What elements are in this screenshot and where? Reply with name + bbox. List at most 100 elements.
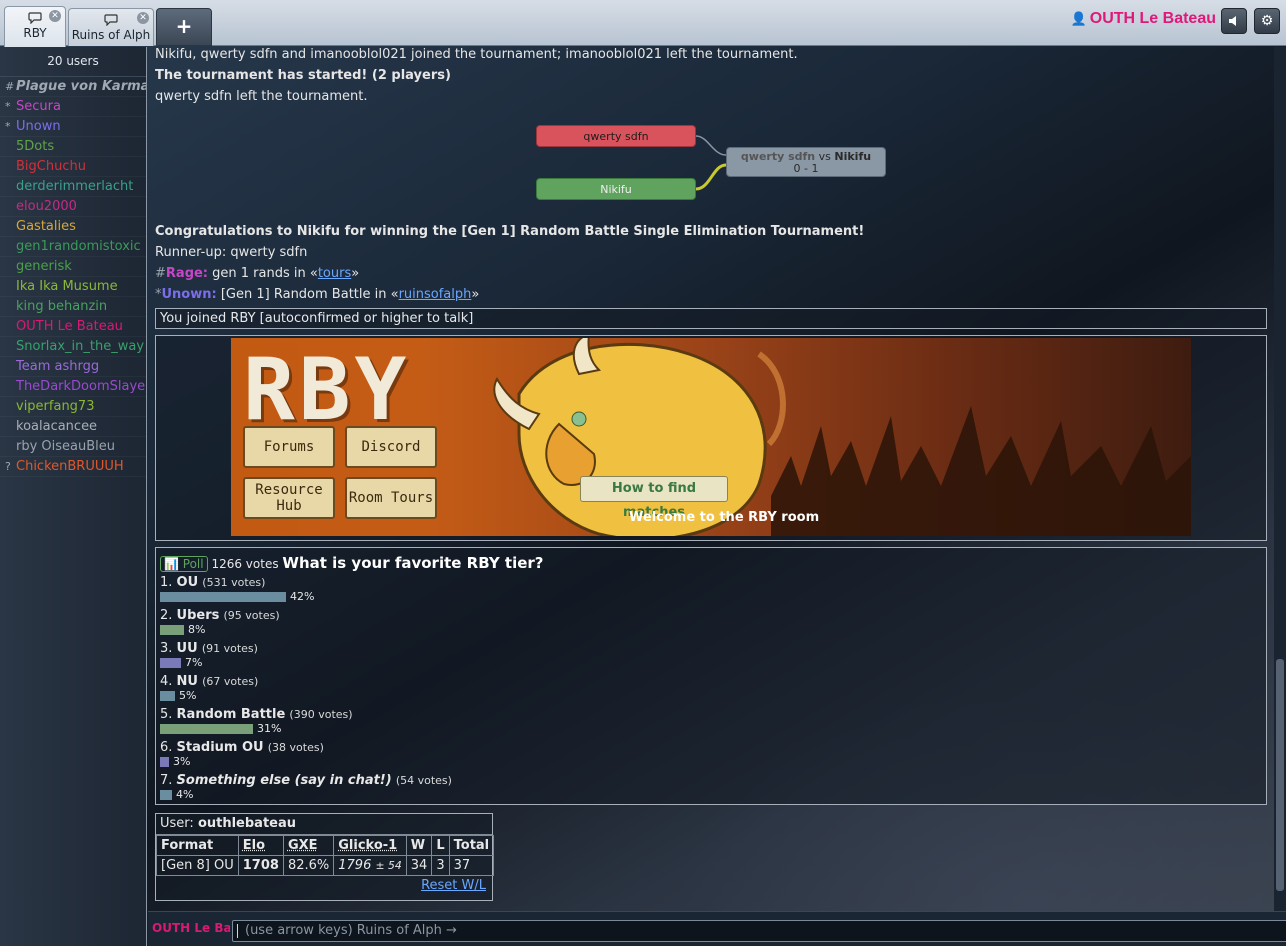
sound-button[interactable]	[1221, 8, 1247, 34]
forums-button[interactable]: Forums	[243, 426, 335, 468]
rank-glicko: 1796 ± 54	[333, 855, 407, 876]
rank-header: W	[405, 835, 433, 856]
room-tours-button[interactable]: Room Tours	[345, 477, 437, 519]
userlist-username: BigChuchu	[16, 159, 86, 174]
scrollbar-thumb[interactable]	[1276, 659, 1284, 891]
tab-label: RBY	[23, 26, 47, 40]
userlist-username: king behanzin	[16, 299, 108, 314]
userlist-item[interactable]: # Plague von Karma	[0, 77, 146, 97]
userlist-item[interactable]: generisk	[0, 257, 146, 277]
chat-message: #Rage: gen 1 rands in «tours»	[155, 266, 359, 281]
userlist-username: 5Dots	[16, 139, 55, 154]
chat-notice: Congratulations to Nikifu for winning th…	[155, 224, 865, 239]
close-icon[interactable]: ✕	[49, 10, 61, 22]
userlist-item[interactable]: viperfang73	[0, 397, 146, 417]
userlist-item[interactable]: elou2000	[0, 197, 146, 217]
chat-input[interactable]: (use arrow keys) Ruins of Alph →	[232, 920, 1286, 942]
room-link[interactable]: ruinsofalph	[399, 287, 472, 302]
poll-option-votes: (95 votes)	[223, 609, 280, 622]
poll-badge-label: Poll	[182, 557, 204, 571]
userlist-username: ChickenBRUUUH	[16, 459, 124, 474]
welcome-text: Welcome to the RBY room	[629, 510, 820, 525]
poll-bar	[160, 592, 286, 602]
userlist-username: elou2000	[16, 199, 77, 214]
userlist-item[interactable]: 5Dots	[0, 137, 146, 157]
userlist-item[interactable]: ? ChickenBRUUUH	[0, 457, 146, 477]
rank-username[interactable]: outhlebateau	[198, 816, 296, 831]
rank-total: 37	[448, 855, 495, 876]
poll-option: 5. Random Battle (390 votes)	[160, 707, 353, 722]
settings-button[interactable]: ⚙	[1254, 8, 1280, 34]
poll-option-number: 1.	[160, 575, 173, 590]
gear-icon: ⚙	[1260, 13, 1274, 29]
userlist-username: generisk	[16, 259, 72, 274]
userlist-item[interactable]: Snorlax_in_the_way	[0, 337, 146, 357]
rank-header[interactable]: Elo	[237, 835, 284, 856]
user-rank: #	[5, 80, 15, 93]
poll-option-number: 4.	[160, 674, 173, 689]
table-row: [Gen 8] OU 1708 82.6% 1796 ± 54 34 3 37	[156, 855, 495, 876]
room-intro-box: RBY Forums Discord Resource Hub Room Tou…	[155, 335, 1267, 541]
reset-wl-link[interactable]: Reset W/L	[421, 878, 486, 893]
userlist-username: OUTH Le Bateau	[16, 319, 123, 334]
user-rank: *	[5, 100, 11, 113]
discord-button[interactable]: Discord	[345, 426, 437, 468]
chat-text: [Gen 1] Random Battle in «	[220, 287, 399, 302]
poll-option: 1. OU (531 votes)	[160, 575, 265, 590]
userlist-item[interactable]: Team ashrgg	[0, 357, 146, 377]
chat-input-bar: OUTH Le Bateau (use arrow keys) Ruins of…	[148, 911, 1286, 946]
room-link[interactable]: tours	[318, 266, 351, 281]
userlist-item[interactable]: gen1randomistoxic	[0, 237, 146, 257]
userlist-item[interactable]: BigChuchu	[0, 157, 146, 177]
poll-bar	[160, 691, 175, 701]
rank-header-row: Format Elo GXE Glicko-1 W L Total	[156, 835, 495, 856]
userlist-username: Unown	[16, 119, 61, 134]
poll-percent: 42%	[290, 590, 315, 603]
userlist-item[interactable]: king behanzin	[0, 297, 146, 317]
chat-username[interactable]: Unown:	[162, 287, 217, 302]
userlist-item[interactable]: rby OiseauBleu	[0, 437, 146, 457]
input-username[interactable]: OUTH Le Bateau	[152, 921, 230, 935]
poll-option-number: 2.	[160, 608, 173, 623]
chat-username[interactable]: Rage:	[166, 266, 208, 281]
user-menu[interactable]: 👤 OUTH Le Bateau	[1071, 10, 1216, 28]
rank-header[interactable]: GXE	[282, 835, 335, 856]
userlist-item[interactable]: * Secura	[0, 97, 146, 117]
glicko-value: 1796	[338, 858, 372, 873]
poll-bar	[160, 625, 184, 635]
user-rank: *	[5, 120, 11, 133]
userlist-item[interactable]: derderimmerlacht	[0, 177, 146, 197]
bracket-final-match[interactable]: qwerty sdfn vs Nikifu 0 - 1	[726, 147, 886, 177]
user-rows: # Plague von Karma * Secura * Unown 5Dots BigCh…	[0, 77, 146, 477]
poll-option: 7. Something else (say in chat!) (54 vot…	[160, 773, 452, 788]
userlist-username: Gastalies	[16, 219, 76, 234]
rank-header[interactable]: Glicko-1	[333, 835, 407, 856]
trees-art	[771, 406, 1191, 536]
find-matches-button[interactable]: How to find matches	[580, 476, 728, 520]
user-count[interactable]: 20 users	[0, 47, 146, 77]
chat-scrollbar[interactable]	[1274, 47, 1286, 911]
userlist-username: Team ashrgg	[16, 359, 100, 374]
userlist-item[interactable]: koalacancee	[0, 417, 146, 437]
chat-text: »	[471, 287, 480, 302]
poll-bar	[160, 790, 172, 800]
poll-percent: 4%	[176, 788, 194, 801]
poll-option-name: Something else (say in chat!)	[176, 773, 392, 788]
tab-ruins-of-alph[interactable]: Ruins of Alph ✕	[68, 8, 154, 46]
poll-percent: 31%	[257, 722, 282, 735]
userlist-item[interactable]: Gastalies	[0, 217, 146, 237]
userlist-item[interactable]: Ika Ika Musume	[0, 277, 146, 297]
userlist-item[interactable]: OUTH Le Bateau	[0, 317, 146, 337]
rank-elo: 1708	[237, 855, 284, 876]
poll-option-name: NU	[176, 674, 198, 689]
userlist-item[interactable]: TheDarkDoomSlayer	[0, 377, 146, 397]
poll-box: 📊 Poll 1266 votes What is your favorite …	[155, 547, 1267, 805]
rby-logo: RBY	[243, 340, 411, 440]
userlist: 20 users # Plague von Karma * Secura * Unown 5…	[0, 47, 147, 946]
tab-rby[interactable]: RBY ✕	[4, 6, 66, 47]
userlist-item[interactable]: * Unown	[0, 117, 146, 137]
close-icon[interactable]: ✕	[137, 12, 149, 24]
userlist-username: Plague von Karma	[16, 79, 146, 94]
add-tab-button[interactable]: +	[156, 8, 212, 46]
resource-hub-button[interactable]: Resource Hub	[243, 477, 335, 519]
